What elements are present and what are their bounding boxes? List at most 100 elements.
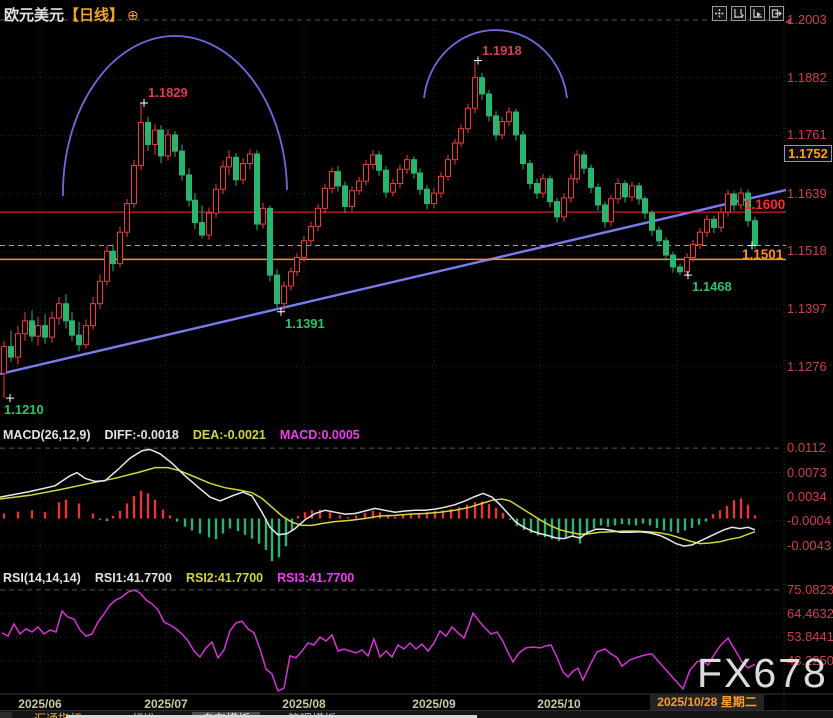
candle-body [139, 123, 144, 166]
candle-body [623, 184, 628, 197]
candle-body [732, 194, 737, 205]
candle-body [159, 130, 164, 156]
axis-scale-right-icon[interactable] [750, 6, 765, 21]
candle-body [473, 78, 478, 109]
candle-body [691, 245, 696, 258]
candle-body [261, 208, 266, 224]
candle-body [275, 275, 280, 304]
macd-tick-label: -0.0043 [787, 539, 831, 553]
candle-body [698, 232, 703, 244]
candle-body [91, 304, 96, 326]
macd-tick-label: 0.0034 [787, 490, 827, 504]
symbol-name: 欧元美元 [4, 7, 64, 24]
candle-body [548, 179, 553, 202]
candle-body [637, 186, 642, 199]
candle-body [255, 154, 260, 224]
candle-body [289, 272, 294, 286]
support-level-label: 1.1501 [742, 247, 783, 262]
candle-body [712, 219, 717, 227]
tab-partial[interactable] [0, 712, 12, 718]
dif-line [0, 449, 755, 546]
candle-body [105, 251, 110, 281]
candle-body [494, 116, 499, 135]
price-marker-cross [684, 271, 692, 279]
candle-body [77, 335, 82, 345]
candle-body [330, 172, 335, 189]
current-price-box: 1.1752 [784, 145, 832, 162]
price-tick-label: 1.1276 [787, 360, 827, 374]
axis-scale-left-icon[interactable] [731, 6, 746, 21]
chart-canvas[interactable] [0, 0, 833, 718]
pattern-arc [424, 30, 567, 98]
candle-body [282, 286, 287, 304]
price-tick-label: 1.1518 [787, 244, 827, 258]
candle-body [125, 204, 130, 233]
candle-body [507, 112, 512, 122]
pan-icon[interactable] [712, 6, 727, 21]
candle-body [541, 179, 546, 193]
price-annotation: 1.1829 [148, 85, 188, 100]
candle-body [603, 205, 608, 222]
candle-body [432, 193, 437, 203]
candle-body [439, 176, 444, 193]
candle-body [643, 199, 648, 213]
candle-body [398, 169, 403, 183]
candle-body [295, 257, 300, 271]
candle-body [596, 187, 601, 205]
candle-body [64, 304, 69, 321]
candle-body [412, 160, 417, 173]
candle-body [16, 334, 21, 357]
price-tick-label: 1.1761 [787, 128, 827, 142]
candle-body [739, 193, 744, 205]
timeframe-label: 【日线】 [64, 7, 124, 24]
candle-body [705, 219, 710, 232]
rsi-tick-label: 64.4632 [787, 607, 833, 621]
add-indicator-icon[interactable]: ⊕ [127, 7, 139, 23]
candle-body [221, 167, 226, 189]
price-annotation: 1.1210 [4, 402, 44, 417]
trading-app-window: 欧元美元【日线】⊕ 1.1752 1.1600 1.1501 MACD(26,1… [0, 0, 833, 718]
candle-body [480, 78, 485, 94]
fx678-watermark: FX678 [697, 650, 828, 697]
axis-shift-icon[interactable] [769, 6, 784, 21]
candle-body [671, 255, 676, 267]
candle-body [43, 326, 48, 337]
candle-body [753, 221, 758, 245]
candle-body [569, 179, 574, 198]
macd-tick-label: 0.0112 [787, 441, 826, 455]
candle-body [180, 151, 185, 175]
price-annotation: 1.1391 [285, 316, 325, 331]
candle-body [487, 94, 492, 116]
pattern-arc [63, 36, 287, 196]
trendline[interactable] [0, 190, 786, 374]
candle-body [719, 212, 724, 227]
candle-body [309, 226, 314, 240]
candle-body [268, 208, 273, 275]
rsi2-value: RSI2:41.7700 [186, 571, 263, 585]
candle-body [153, 130, 158, 144]
candle-body [336, 172, 341, 186]
candle-body [9, 347, 14, 357]
candle-body [466, 108, 471, 129]
candle-body [425, 189, 430, 203]
candle-body [84, 326, 89, 345]
rsi-tick-label: 75.0823 [787, 583, 833, 597]
candle-body [166, 135, 171, 156]
candle-body [521, 135, 526, 164]
candle-body [582, 155, 587, 168]
candle-body [132, 165, 137, 203]
candle-body [70, 321, 75, 335]
chart-title: 欧元美元【日线】⊕ [4, 4, 139, 25]
candle-body [234, 157, 239, 179]
candle-body [535, 184, 540, 194]
macd-dea-value: DEA:-0.0021 [193, 428, 266, 442]
candle-body [609, 199, 614, 222]
candle-body [384, 170, 389, 192]
candle-body [2, 347, 7, 374]
candle-body [302, 241, 307, 258]
candle-body [30, 321, 35, 336]
candle-body [227, 157, 232, 167]
rsi-line [2, 590, 755, 691]
candle-body [207, 213, 212, 235]
candle-body [316, 208, 321, 226]
